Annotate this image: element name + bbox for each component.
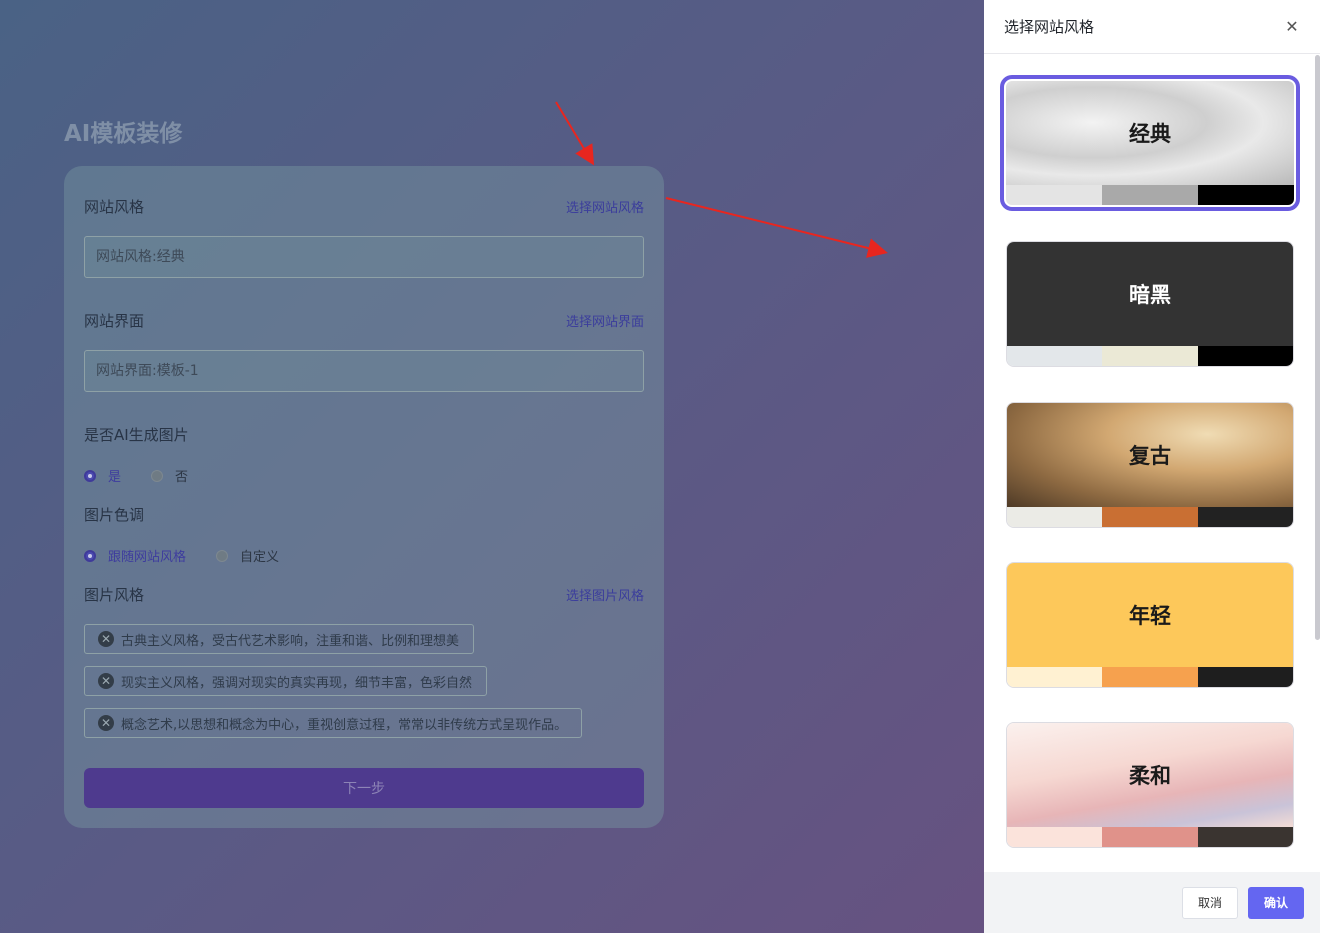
- image-tone-follow-radio[interactable]: 跟随网站风格: [84, 546, 186, 565]
- style-name: 年轻: [1129, 604, 1171, 628]
- style-name: 暗黑: [1129, 283, 1171, 307]
- remove-tag-icon[interactable]: ✕: [98, 673, 114, 689]
- palette-swatch: [1102, 507, 1198, 527]
- palette-swatch: [1198, 185, 1294, 205]
- drawer-header: 选择网站风格 ✕: [984, 0, 1320, 54]
- image-tone-follow-label: 跟随网站风格: [108, 550, 187, 565]
- style-preview-image: 暗黑: [1007, 242, 1293, 346]
- image-tone-custom-radio[interactable]: 自定义: [216, 546, 279, 565]
- confirm-button[interactable]: 确认: [1248, 886, 1304, 919]
- style-preview-image: 经典: [1006, 81, 1294, 185]
- tag-text: 概念艺术,以思想和概念为中心，重视创意过程，常常以非传统方式呈现作品。: [121, 717, 568, 733]
- palette-swatch: [1007, 827, 1103, 847]
- palette-swatch: [1102, 667, 1198, 687]
- style-card-classic[interactable]: 经典: [1000, 75, 1300, 211]
- next-step-button[interactable]: 下一步: [84, 768, 644, 808]
- image-style-tag: ✕ 古典主义风格，受古代艺术影响，注重和谐、比例和理想美: [84, 624, 475, 654]
- color-palette: [1006, 185, 1294, 205]
- cancel-button[interactable]: 取消: [1182, 886, 1238, 919]
- image-style-tag: ✕ 现实主义风格，强调对现实的真实再现，细节丰富，色彩自然: [84, 666, 488, 696]
- color-palette: [1007, 346, 1293, 366]
- select-site-ui-link[interactable]: 选择网站界面: [566, 311, 644, 330]
- ai-image-radio-group: 是 否: [84, 466, 218, 485]
- style-preview-image: 年轻: [1007, 563, 1293, 667]
- style-card-soft[interactable]: 柔和: [1006, 722, 1294, 848]
- style-name: 柔和: [1129, 764, 1171, 788]
- ai-image-yes-label: 是: [108, 470, 122, 485]
- site-style-label: 网站风格: [84, 197, 145, 216]
- arrow-to-style-link: [555, 101, 595, 166]
- ai-image-no-label: 否: [175, 470, 189, 485]
- drawer-title: 选择网站风格: [1004, 18, 1095, 36]
- image-tone-radio-group: 跟随网站风格 自定义: [84, 546, 309, 565]
- arrow-to-drawer: [665, 197, 888, 258]
- palette-swatch: [1102, 185, 1198, 205]
- remove-tag-icon[interactable]: ✕: [98, 715, 114, 731]
- color-palette: [1007, 827, 1293, 847]
- radio-unchecked-icon: [216, 549, 229, 562]
- remove-tag-icon[interactable]: ✕: [98, 631, 114, 647]
- scrollbar[interactable]: [1315, 55, 1320, 640]
- style-drawer: 选择网站风格 ✕ 经典 暗黑 复古 年轻 柔和 取消 确认: [984, 0, 1320, 933]
- ai-image-row: 是否AI生成图片: [84, 422, 644, 446]
- radio-unchecked-icon: [151, 469, 164, 482]
- select-image-style-link[interactable]: 选择图片风格: [566, 585, 644, 604]
- style-name: 复古: [1129, 444, 1171, 468]
- style-preview-image: 柔和: [1007, 723, 1293, 827]
- template-form-card: 网站风格 选择网站风格 网站界面 选择网站界面 是否AI生成图片 是 否 图片色…: [64, 166, 664, 828]
- site-ui-input[interactable]: [84, 350, 644, 392]
- palette-swatch: [1102, 827, 1198, 847]
- site-style-input[interactable]: [84, 236, 644, 278]
- color-palette: [1007, 667, 1293, 687]
- image-tone-custom-label: 自定义: [240, 550, 280, 565]
- site-style-row: 网站风格 选择网站风格: [84, 194, 644, 218]
- ai-image-yes-radio[interactable]: 是: [84, 466, 121, 485]
- palette-swatch: [1197, 667, 1293, 687]
- image-tone-row: 图片色调: [84, 502, 644, 526]
- palette-swatch: [1197, 507, 1293, 527]
- image-style-row: 图片风格 选择图片风格: [84, 582, 644, 606]
- palette-swatch: [1197, 827, 1293, 847]
- style-name: 经典: [1129, 122, 1171, 146]
- select-site-style-link[interactable]: 选择网站风格: [566, 197, 644, 216]
- palette-swatch: [1006, 185, 1102, 205]
- site-ui-row: 网站界面 选择网站界面: [84, 308, 644, 332]
- radio-checked-icon: [84, 469, 96, 482]
- radio-checked-icon: [84, 549, 96, 562]
- palette-swatch: [1007, 507, 1103, 527]
- ai-image-no-radio[interactable]: 否: [151, 466, 188, 485]
- style-card-young[interactable]: 年轻: [1006, 562, 1294, 688]
- color-palette: [1007, 507, 1293, 527]
- drawer-footer: 取消 确认: [984, 872, 1320, 933]
- style-preview-image: 复古: [1007, 403, 1293, 507]
- tag-text: 古典主义风格，受古代艺术影响，注重和谐、比例和理想美: [121, 633, 460, 649]
- image-style-tag: ✕ 概念艺术,以思想和概念为中心，重视创意过程，常常以非传统方式呈现作品。: [84, 708, 583, 738]
- page-title: AI模板装修: [64, 121, 183, 147]
- image-tone-label: 图片色调: [84, 505, 145, 524]
- palette-swatch: [1007, 346, 1103, 366]
- palette-swatch: [1007, 667, 1103, 687]
- style-card-dark[interactable]: 暗黑: [1006, 241, 1294, 367]
- tag-text: 现实主义风格，强调对现实的真实再现，细节丰富，色彩自然: [121, 675, 473, 691]
- palette-swatch: [1102, 346, 1198, 366]
- close-icon[interactable]: ✕: [1284, 17, 1300, 36]
- palette-swatch: [1197, 346, 1293, 366]
- image-style-label: 图片风格: [84, 585, 145, 604]
- style-card-retro[interactable]: 复古: [1006, 402, 1294, 528]
- style-list[interactable]: 经典 暗黑 复古 年轻 柔和: [984, 55, 1320, 872]
- ai-image-label: 是否AI生成图片: [84, 425, 189, 444]
- site-ui-label: 网站界面: [84, 311, 145, 330]
